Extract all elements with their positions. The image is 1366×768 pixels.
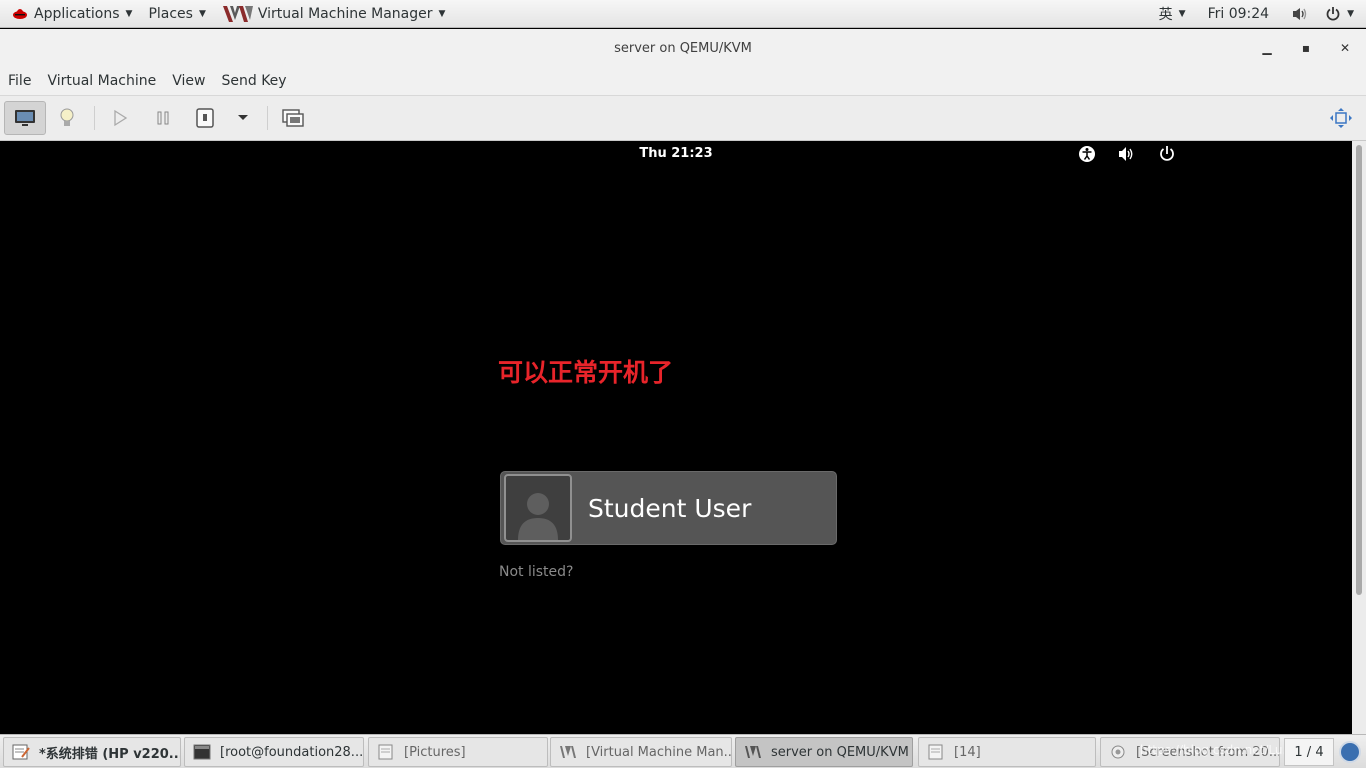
accessibility-icon[interactable] [1078, 145, 1096, 163]
chevron-down-icon: ▼ [125, 8, 133, 19]
task-label: server on QEMU/KVM [771, 744, 909, 760]
power-icon [1326, 6, 1340, 20]
menu-virtual-machine[interactable]: Virtual Machine [39, 73, 164, 89]
fullscreen-button[interactable] [1320, 101, 1362, 135]
chevron-down-icon: ▼ [198, 8, 206, 19]
details-view-button[interactable] [46, 101, 88, 135]
avatar [504, 474, 572, 542]
text-editor-icon [12, 744, 30, 760]
applications-label: Applications [34, 5, 120, 22]
not-listed-link[interactable]: Not listed? [499, 564, 573, 580]
menu-view[interactable]: View [164, 73, 213, 89]
virt-manager-logo-icon [222, 5, 253, 22]
snapshots-button[interactable] [272, 101, 314, 135]
places-label: Places [148, 5, 193, 22]
volume-icon[interactable] [1118, 145, 1136, 163]
virt-manager-icon [745, 746, 761, 758]
chevron-down-icon: ▼ [1347, 8, 1354, 19]
fullscreen-icon [1330, 108, 1352, 128]
volume-icon[interactable] [1283, 6, 1317, 22]
scrollbar-thumb[interactable] [1356, 145, 1362, 595]
pause-button[interactable] [142, 101, 184, 135]
vertical-scrollbar[interactable] [1352, 141, 1366, 734]
notification-icon[interactable] [1339, 741, 1361, 763]
power-icon[interactable] [1158, 145, 1176, 163]
app-menu[interactable]: Virtual Machine Manager ▼ [216, 0, 452, 28]
task-text-editor[interactable]: *系统排错 (HP v220... [3, 737, 181, 767]
task-virt-manager[interactable]: [Virtual Machine Man... [550, 737, 732, 767]
task-server-console[interactable]: server on QEMU/KVM [735, 737, 913, 767]
shutdown-menu-button[interactable] [222, 101, 264, 135]
pause-icon [157, 111, 169, 125]
chevron-down-icon: ▼ [438, 8, 446, 19]
task-label: *系统排错 (HP v220... [39, 746, 181, 762]
chevron-down-icon: ▼ [1178, 8, 1186, 19]
window-list-taskbar: *系统排错 (HP v220... [root@foundation28... … [0, 734, 1366, 768]
virt-manager-icon [560, 746, 576, 758]
places-menu[interactable]: Places ▼ [142, 0, 211, 28]
play-icon [114, 109, 128, 127]
menu-send-key[interactable]: Send Key [213, 73, 294, 89]
minimize-button[interactable]: ▁ [1248, 29, 1286, 67]
terminal-icon [193, 744, 211, 760]
toolbar-separator [94, 106, 95, 130]
user-icon [518, 493, 558, 540]
window-title-bar[interactable]: server on QEMU/KVM ▁ ▪ ✕ [0, 29, 1366, 67]
task-label: [Virtual Machine Man... [586, 744, 732, 760]
redhat-logo-icon [13, 8, 27, 19]
image-viewer-icon [1111, 745, 1125, 759]
system-menu[interactable]: ▼ [1317, 6, 1366, 22]
maximize-button[interactable]: ▪ [1287, 29, 1325, 67]
user-list-item[interactable]: Student User [500, 471, 837, 545]
close-button[interactable]: ✕ [1326, 29, 1364, 67]
monitor-icon [15, 110, 35, 126]
task-folder-14[interactable]: [14] [918, 737, 1096, 767]
applications-menu[interactable]: Applications ▼ [0, 0, 138, 28]
file-manager-icon [378, 744, 393, 760]
task-terminal[interactable]: [root@foundation28... [184, 737, 364, 767]
menu-bar: File Virtual Machine View Send Key [0, 67, 1366, 95]
task-label: [root@foundation28... [220, 744, 364, 760]
chevron-down-icon [238, 115, 248, 120]
app-menu-label: Virtual Machine Manager [257, 5, 433, 22]
user-name: Student User [588, 493, 752, 523]
input-method-indicator[interactable]: 英 ▼ [1151, 4, 1194, 24]
guest-clock[interactable]: Thu 21:23 [0, 146, 1352, 161]
task-label: [14] [954, 744, 981, 760]
workspace-switcher[interactable]: 1 / 4 [1284, 738, 1334, 766]
input-method-label: 英 [1158, 6, 1173, 23]
task-label: [Pictures] [404, 744, 466, 760]
toolbar [0, 95, 1366, 141]
run-button[interactable] [99, 101, 141, 135]
console-view-button[interactable] [4, 101, 46, 135]
task-files[interactable]: [Pictures] [368, 737, 548, 767]
clock[interactable]: Fri 09:24 [1194, 6, 1283, 22]
shutdown-button[interactable] [184, 101, 226, 135]
shutdown-icon [196, 108, 214, 128]
annotation-text: 可以正常开机了 [498, 358, 674, 387]
gnome-top-bar: Applications ▼ Places ▼ Virtual Machine … [0, 0, 1366, 28]
file-manager-icon [928, 744, 943, 760]
clock-label: Fri 09:24 [1207, 5, 1270, 22]
guest-display[interactable]: Thu 21:23 可以正常开机了 Student User Not liste… [0, 141, 1352, 734]
menu-file[interactable]: File [0, 73, 39, 89]
window-title: server on QEMU/KVM [614, 40, 752, 56]
lightbulb-icon [60, 108, 74, 126]
toolbar-separator [267, 106, 268, 130]
snapshot-icon [282, 109, 304, 127]
